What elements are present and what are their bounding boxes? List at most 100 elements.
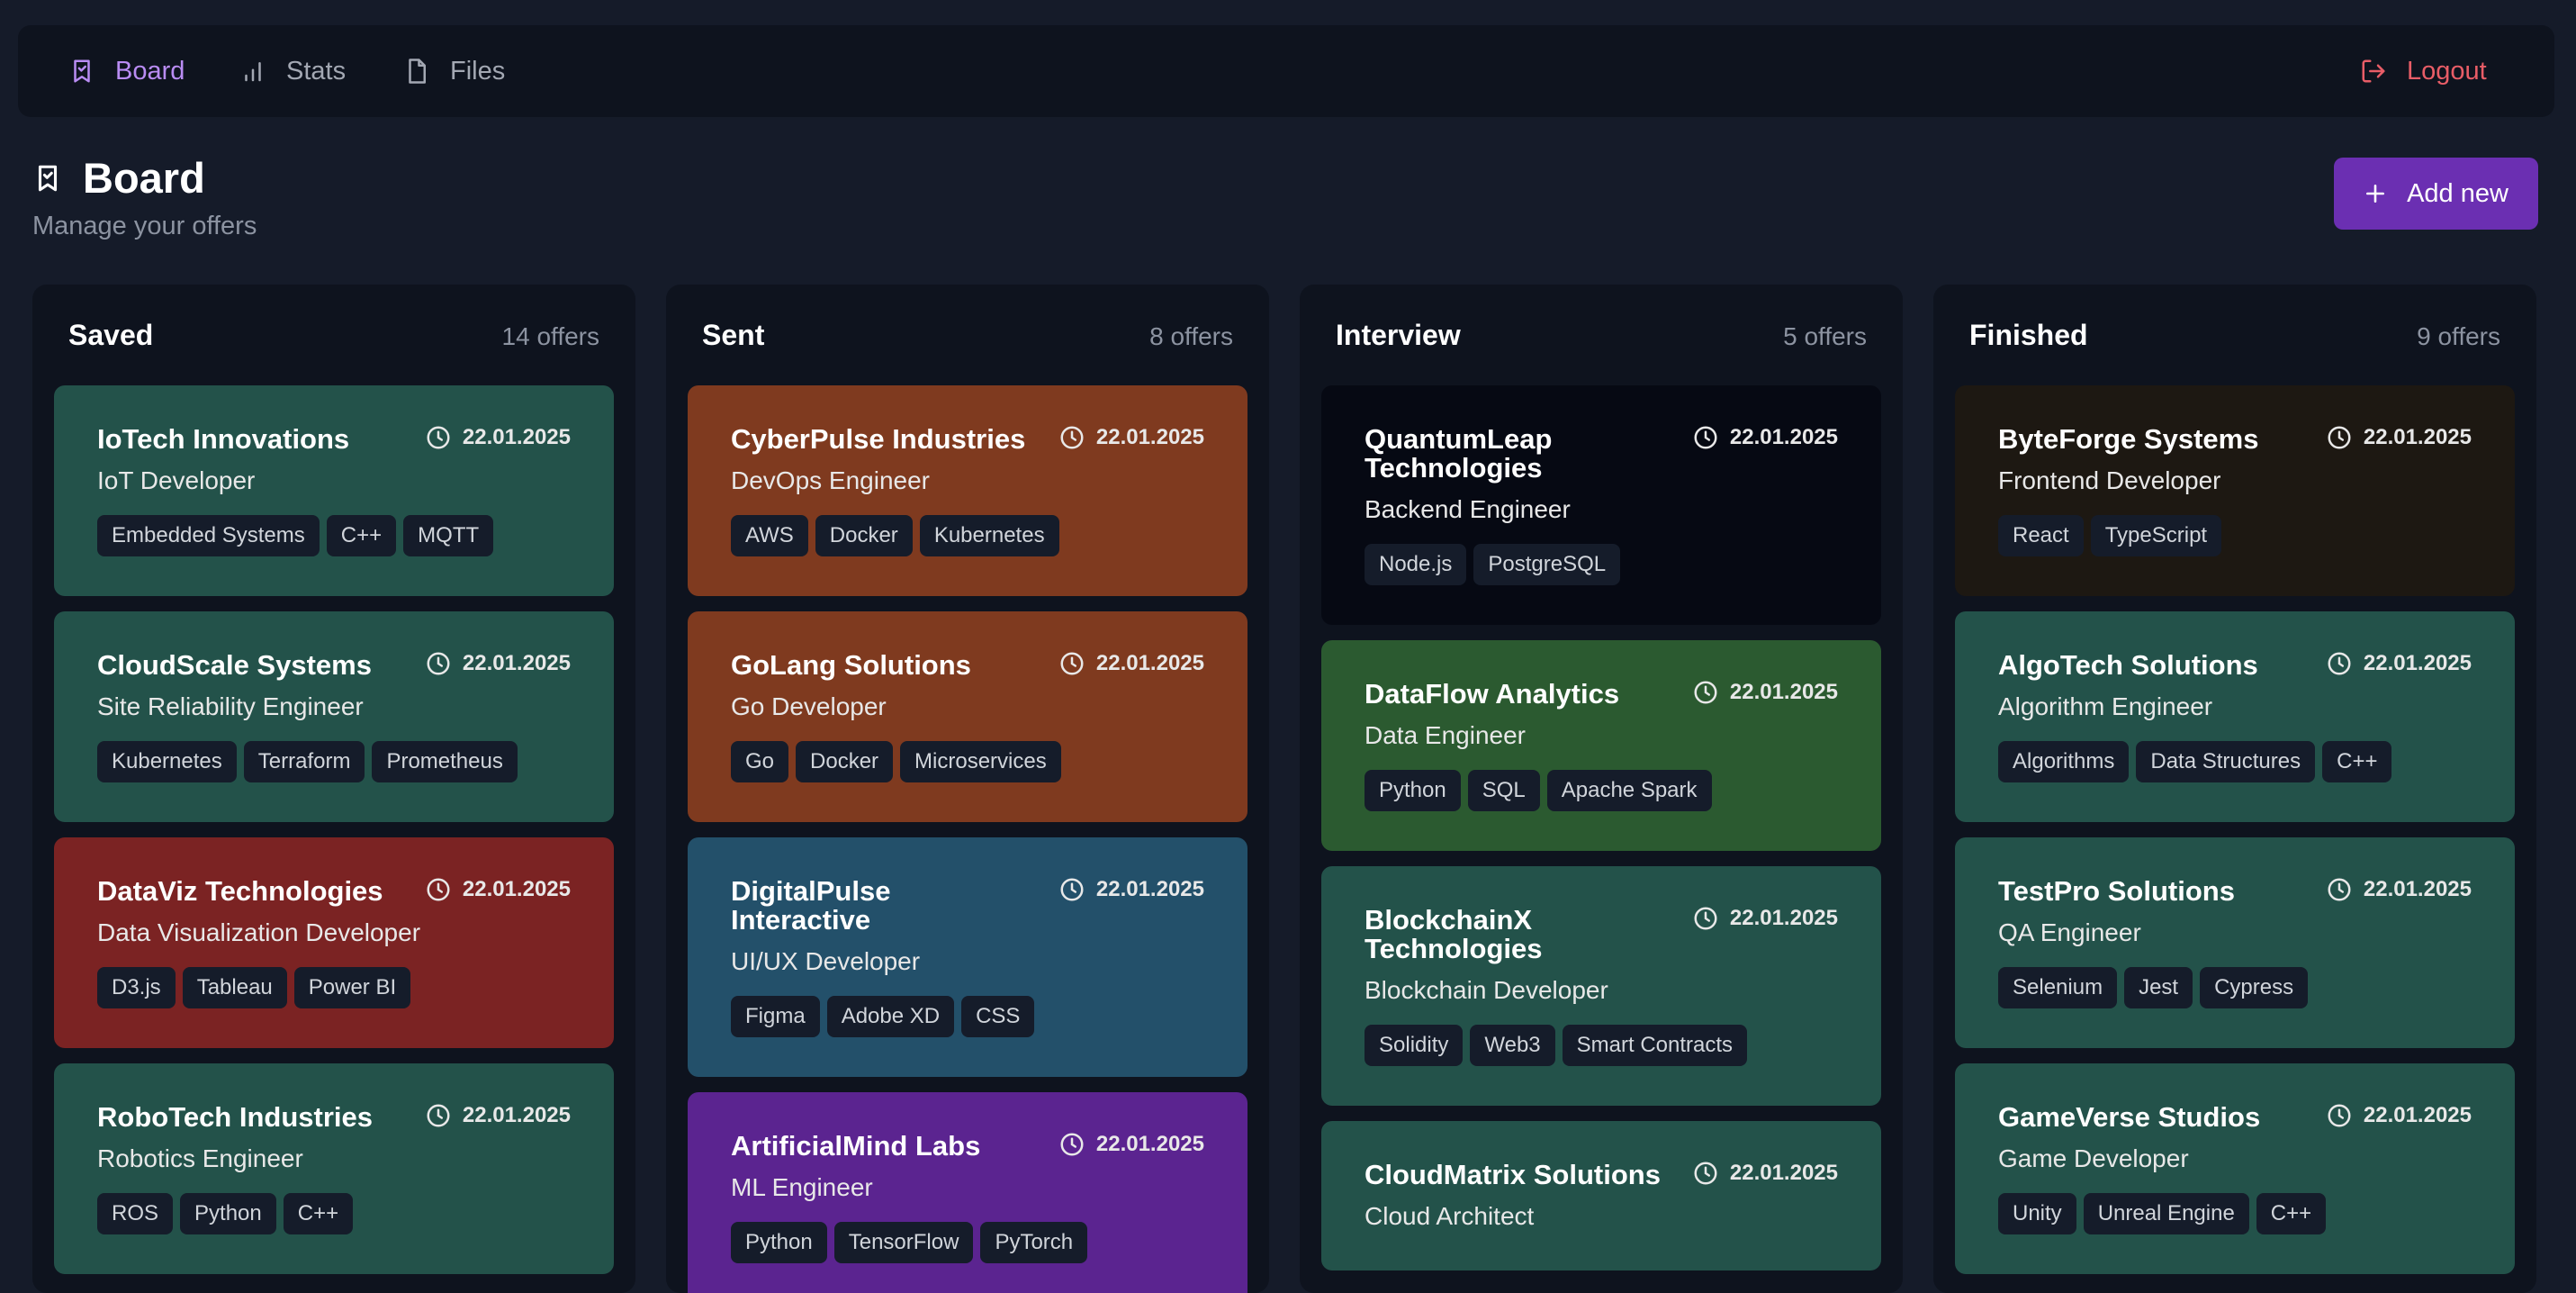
tag-list: Go Docker Microservices [731, 741, 1204, 782]
offer-date: 22.01.2025 [1692, 679, 1838, 706]
job-role: IoT Developer [97, 466, 256, 494]
column-finished: Finished 9 offers ByteForge Systems 22.01… [1933, 285, 2536, 1293]
top-navbar: Board Stats Files Logout [18, 25, 2554, 117]
logout-label: Logout [2407, 56, 2487, 86]
date-text: 22.01.2025 [1095, 877, 1204, 901]
add-new-label: Add new [2407, 178, 2508, 208]
offer-card[interactable]: CloudScale Systems 22.01.2025 Site Reliabi… [54, 611, 614, 822]
column-count: 8 offers [1149, 322, 1233, 350]
skill-tag: Microservices [900, 741, 1061, 782]
clock-icon [1060, 652, 1084, 675]
clock-icon [1694, 907, 1717, 930]
skill-tag: Node.js [1365, 544, 1467, 585]
date-text: 22.01.2025 [2363, 877, 2472, 901]
skill-tag: Go [731, 741, 789, 782]
date-text: 22.01.2025 [1729, 425, 1838, 449]
tag-list: React TypeScript [1998, 515, 2472, 556]
column-count: 5 offers [1783, 322, 1867, 350]
tag-list: Selenium Jest Cypress [1998, 967, 2472, 1008]
offer-card[interactable]: ByteForge Systems 22.01.2025 Frontend Deve… [1955, 385, 2515, 596]
clock-icon [427, 426, 450, 449]
offer-date: 22.01.2025 [1058, 424, 1204, 451]
offer-date: 22.01.2025 [2326, 424, 2472, 451]
skill-tag: Tableau [182, 967, 287, 1008]
company-name: CloudMatrix Solutions [1365, 1159, 1661, 1190]
offer-card[interactable]: TestPro Solutions 22.01.2025 QA Engineer Se… [1955, 837, 2515, 1048]
offer-card[interactable]: DataViz Technologies 22.01.2025 Data Visua… [54, 837, 614, 1048]
plus-icon [2366, 185, 2385, 203]
date-text: 22.01.2025 [1095, 651, 1204, 675]
job-role: ML Engineer [731, 1173, 873, 1201]
tag-list: Node.js PostgreSQL [1365, 544, 1838, 585]
add-new-button[interactable]: Add new [2334, 158, 2538, 230]
skill-tag: C++ [2256, 1193, 2327, 1234]
skill-tag: D3.js [97, 967, 176, 1008]
column-interview: Interview 5 offers QuantumLeap Technolog… [1300, 285, 1903, 1293]
offer-card[interactable]: CyberPulse Industries 22.01.2025 DevOps En… [688, 385, 1247, 596]
skill-tag: Data Structures [2136, 741, 2316, 782]
nav-item-label: Files [450, 56, 506, 86]
offer-date: 22.01.2025 [425, 424, 571, 451]
clock-icon [2328, 652, 2351, 675]
company-name: RoboTech Industries [97, 1101, 374, 1133]
bookmark-icon [38, 165, 58, 191]
skill-tag: Jest [2124, 967, 2193, 1008]
offer-card[interactable]: IoTech Innovations 22.01.2025 IoT Develope… [54, 385, 614, 596]
job-role: Backend Engineer [1365, 495, 1571, 523]
offer-card[interactable]: ArtificialMind Labs 22.01.2025 ML Engineer… [688, 1092, 1247, 1293]
offer-date: 22.01.2025 [425, 650, 571, 677]
offer-card[interactable]: AlgoTech Solutions 22.01.2025 Algorithm En… [1955, 611, 2515, 822]
company-name: CyberPulse Industries [731, 423, 1026, 455]
tag-list: AWS Docker Kubernetes [731, 515, 1204, 556]
offer-date: 22.01.2025 [1058, 650, 1204, 677]
card-list: ByteForge Systems 22.01.2025 Frontend Deve… [1955, 385, 2515, 1289]
company-name: QuantumLeap Technologies [1365, 423, 1553, 484]
skill-tag: C++ [326, 515, 397, 556]
offer-card[interactable]: DigitalPulse Interactive 22.01.2025 UI/UX … [688, 837, 1247, 1077]
job-role: Robotics Engineer [97, 1144, 303, 1172]
skill-tag: Unity [1998, 1193, 2076, 1234]
skill-tag: Cypress [2200, 967, 2309, 1008]
nav-item-files[interactable]: Files [403, 25, 505, 117]
date-text: 22.01.2025 [462, 651, 571, 675]
page-header: Board Manage your offers [32, 153, 257, 241]
offer-card[interactable]: GoLang Solutions 22.01.2025 Go Developer Go… [688, 611, 1247, 822]
offer-card[interactable]: DataFlow Analytics 22.01.2025 Data Enginee… [1321, 640, 1881, 851]
company-name: DataFlow Analytics [1365, 678, 1620, 710]
skill-tag: Prometheus [372, 741, 518, 782]
offer-date: 22.01.2025 [1058, 1131, 1204, 1158]
skill-tag: TypeScript [2090, 515, 2222, 556]
skill-tag: Embedded Systems [97, 515, 320, 556]
offer-date: 22.01.2025 [425, 1102, 571, 1129]
tag-list: Kubernetes Terraform Prometheus [97, 741, 571, 782]
skill-tag: Python [180, 1193, 276, 1234]
date-text: 22.01.2025 [2363, 651, 2472, 675]
nav-item-stats[interactable]: Stats [239, 25, 346, 117]
page-subtitle: Manage your offers [32, 212, 257, 240]
clock-icon [427, 1104, 450, 1127]
clock-icon [1060, 426, 1084, 449]
job-role: DevOps Engineer [731, 466, 931, 494]
offer-card[interactable]: QuantumLeap Technologies 22.01.2025 Backen… [1321, 385, 1881, 625]
date-text: 22.01.2025 [462, 425, 571, 449]
tag-list: Unity Unreal Engine C++ [1998, 1193, 2472, 1234]
offer-card[interactable]: BlockchainX Technologies 22.01.2025 Blockc… [1321, 866, 1881, 1106]
skill-tag: ROS [97, 1193, 174, 1234]
page-title: Board [83, 154, 205, 202]
skill-tag: Solidity [1365, 1025, 1464, 1066]
skill-tag: MQTT [403, 515, 494, 556]
job-role: Algorithm Engineer [1998, 692, 2213, 720]
tag-list: ROS Python C++ [97, 1193, 571, 1234]
column-count: 14 offers [501, 322, 599, 350]
offer-date: 22.01.2025 [1692, 905, 1838, 932]
offer-card[interactable]: GameVerse Studios 22.01.2025 Game Develope… [1955, 1063, 2515, 1274]
logout-button[interactable]: Logout [2360, 25, 2487, 117]
nav-item-board[interactable]: Board [68, 25, 185, 117]
skill-tag: Terraform [243, 741, 365, 782]
skill-tag: React [1998, 515, 2084, 556]
offer-card[interactable]: RoboTech Industries 22.01.2025 Robotics En… [54, 1063, 614, 1274]
offer-card[interactable]: CloudMatrix Solutions 22.01.2025 Cloud Arc… [1321, 1121, 1881, 1270]
skill-tag: SQL [1467, 770, 1540, 811]
skill-tag: Kubernetes [97, 741, 237, 782]
offer-date: 22.01.2025 [2326, 876, 2472, 903]
